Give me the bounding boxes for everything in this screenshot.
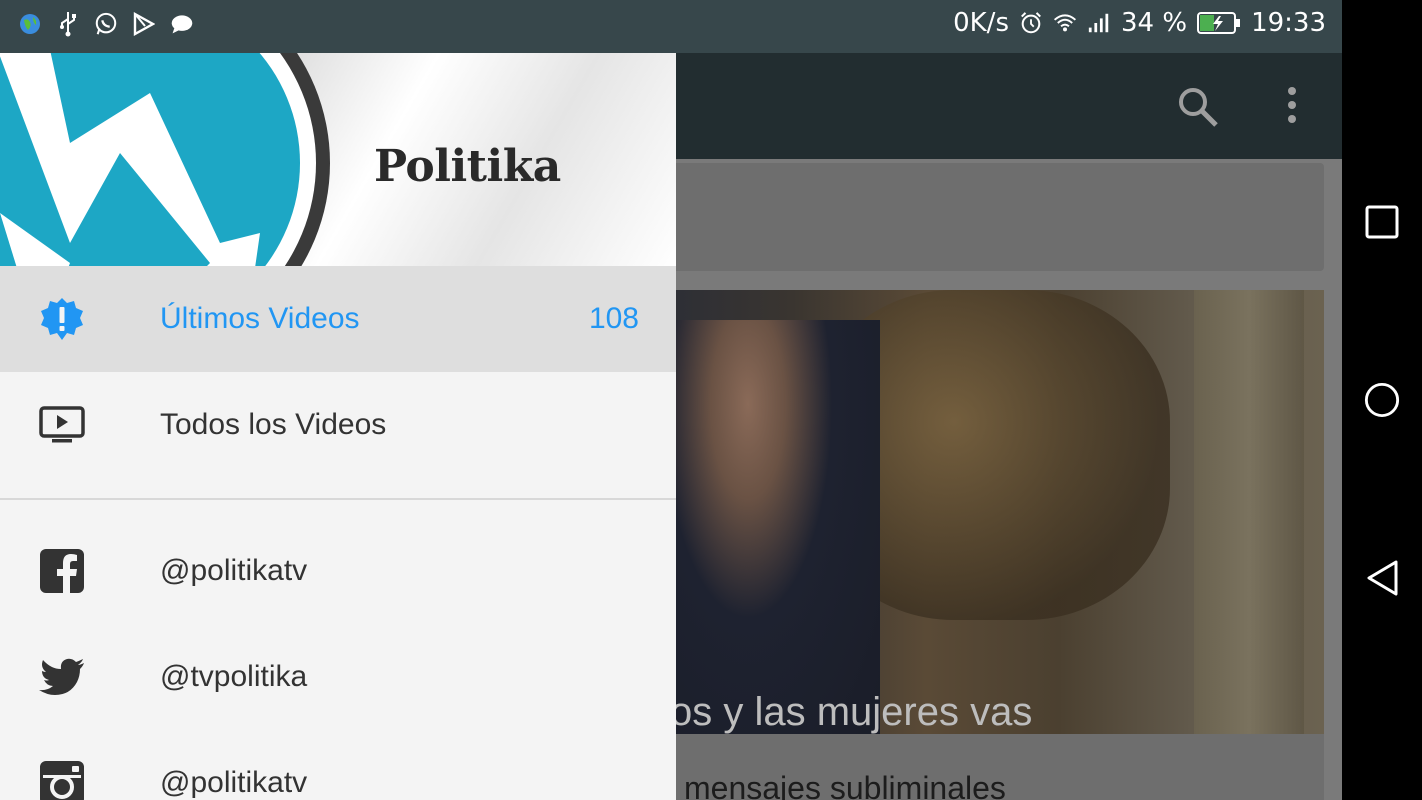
brand-name: Politika bbox=[374, 141, 561, 192]
thumbnail-person bbox=[660, 320, 880, 734]
search-icon[interactable] bbox=[1176, 85, 1220, 134]
network-speed: 0K/s bbox=[953, 8, 1009, 38]
video-thumbnail[interactable]: os y las mujeres vas bbox=[660, 290, 1324, 734]
politika-logo-icon bbox=[0, 53, 360, 266]
drawer-item-twitter[interactable]: @tvpolitika bbox=[0, 624, 676, 730]
drawer-item-label: @politikatv bbox=[160, 766, 308, 799]
back-button[interactable] bbox=[1364, 560, 1400, 596]
drawer-divider bbox=[0, 498, 676, 500]
drawer-item-label: Todos los Videos bbox=[160, 408, 387, 441]
status-bar: 0K/s 34 % 19:33 bbox=[0, 0, 1342, 53]
more-options-icon[interactable] bbox=[1282, 85, 1302, 134]
alarm-icon bbox=[1019, 11, 1043, 35]
drawer-item-all-videos[interactable]: Todos los Videos bbox=[0, 372, 676, 478]
wifi-icon bbox=[1053, 11, 1077, 35]
drawer-item-label: @politikatv bbox=[160, 554, 308, 587]
message-icon bbox=[170, 12, 194, 36]
play-store-icon bbox=[132, 12, 156, 36]
thumbnail-column bbox=[1194, 290, 1304, 734]
instagram-icon bbox=[38, 761, 86, 800]
facebook-icon bbox=[38, 549, 86, 593]
new-badge-icon bbox=[38, 297, 86, 341]
drawer-item-facebook[interactable]: @politikatv bbox=[0, 518, 676, 624]
globe-icon bbox=[18, 12, 42, 36]
video-count-badge: 108 bbox=[588, 302, 639, 335]
usb-icon bbox=[56, 12, 80, 37]
video-card[interactable]: os y las mujeres vas mensajes subliminal… bbox=[660, 290, 1324, 800]
video-title[interactable]: mensajes subliminales bbox=[684, 770, 1006, 800]
drawer-item-instagram[interactable]: @politikatv bbox=[0, 730, 676, 800]
whatsapp-icon bbox=[94, 12, 118, 36]
status-bar-system: 0K/s 34 % 19:33 bbox=[953, 8, 1326, 38]
drawer-item-latest-videos[interactable]: Últimos Videos 108 bbox=[0, 266, 676, 372]
video-card[interactable] bbox=[660, 163, 1324, 271]
drawer-item-label: @tvpolitika bbox=[160, 660, 308, 693]
video-subtitle: os y las mujeres vas bbox=[670, 690, 1033, 734]
battery-charging-icon bbox=[1197, 11, 1241, 35]
navigation-drawer: Politika Últimos Videos 108 Todos los Vi… bbox=[0, 53, 676, 800]
status-bar-notifications bbox=[18, 12, 194, 37]
system-nav-bar bbox=[1342, 0, 1422, 800]
twitter-icon bbox=[38, 655, 86, 699]
recents-button[interactable] bbox=[1364, 204, 1400, 240]
battery-percent: 34 % bbox=[1121, 8, 1188, 38]
clock: 19:33 bbox=[1251, 8, 1326, 38]
signal-icon bbox=[1087, 11, 1111, 35]
drawer-header: Politika bbox=[0, 53, 676, 266]
home-button[interactable] bbox=[1364, 382, 1400, 418]
drawer-item-label: Últimos Videos bbox=[160, 302, 360, 335]
tv-play-icon bbox=[38, 403, 86, 447]
